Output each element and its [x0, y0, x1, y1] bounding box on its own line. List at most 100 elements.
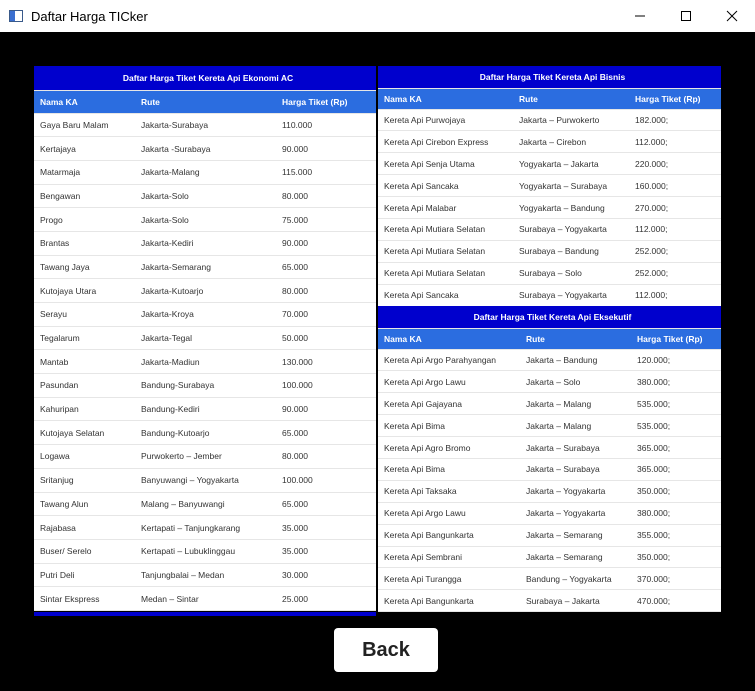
table-cell: 115.000	[276, 160, 376, 185]
table-cell: 35.000	[276, 515, 376, 540]
column-header: Rute	[520, 328, 631, 350]
table-cell: Kereta Api Taksaka	[378, 480, 520, 503]
table-row: Putri Deli Tanjungbalai – Medan 30.000	[34, 563, 376, 588]
table-cell: Jakarta-Malang	[135, 160, 276, 185]
table-cell: Jakarta – Cirebon	[513, 130, 629, 154]
table-cell: Kereta Api Bima	[378, 414, 520, 438]
table-cell: Serayu	[34, 302, 135, 327]
table-row: Kereta Api Bangunkarta Jakarta – Semarang…	[378, 524, 721, 547]
maximize-button[interactable]	[663, 0, 709, 32]
back-button[interactable]: Back	[334, 628, 438, 672]
table-row: Kereta Api Argo Lawu Jakarta – Yogyakarta…	[378, 502, 721, 525]
table-cell: Jakarta-Kutoarjo	[135, 278, 276, 303]
column-header: Harga Tiket (Rp)	[276, 90, 376, 114]
table-row: Tawang Alun Malang – Banyuwangi 65.000	[34, 492, 376, 517]
table-row: Kahuripan Bandung-Kediri 90.000	[34, 397, 376, 422]
table-cell: 350.000;	[631, 546, 721, 569]
table-cell: Kereta Api Agro Bromo	[378, 436, 520, 459]
table-cell: Jakarta -Surabaya	[135, 136, 276, 161]
table-cell: 220.000;	[629, 152, 721, 176]
table-cell: Putri Deli	[34, 563, 135, 588]
table-footer-bar	[34, 612, 376, 616]
column-header: Rute	[135, 90, 276, 114]
table-cell: Rajabasa	[34, 515, 135, 540]
table-row: Logawa Purwokerto – Jember 80.000	[34, 444, 376, 469]
minimize-button[interactable]	[617, 0, 663, 32]
table-cell: 90.000	[276, 231, 376, 256]
table-cell: Kutojaya Utara	[34, 278, 135, 303]
column-header: Harga Tiket (Rp)	[631, 328, 721, 350]
eksekutif-table: Daftar Harga Tiket Kereta Api Eksekutif …	[378, 306, 721, 613]
close-icon	[726, 10, 738, 22]
table-row: Gaya Baru Malam Jakarta-Surabaya 110.000	[34, 113, 376, 138]
table-row: Brantas Jakarta-Kediri 90.000	[34, 231, 376, 256]
table-cell: Jakarta-Madiun	[135, 349, 276, 375]
table-cell: 355.000;	[631, 524, 721, 547]
table-cell: Kereta Api Malabar	[378, 196, 513, 219]
table-cell: Jakarta-Solo	[135, 184, 276, 209]
column-header: Nama KA	[378, 88, 513, 110]
table-cell: Jakarta-Surabaya	[135, 113, 276, 138]
table-row: Kereta Api Mutiara Selatan Surabaya – Yog…	[378, 218, 721, 241]
table-row: Kereta Api Argo Parahyangan Jakarta – Ban…	[378, 349, 721, 372]
table-cell: 120.000;	[631, 349, 721, 372]
table-row: Tegalarum Jakarta-Tegal 50.000	[34, 326, 376, 351]
table-cell: Bandung-Kutoarjo	[135, 420, 276, 446]
table-cell: Kereta Api Mutiara Selatan	[378, 218, 513, 241]
bisnis-table: Daftar Harga Tiket Kereta Api Bisnis Nam…	[378, 66, 721, 307]
table-cell: 100.000	[276, 373, 376, 398]
table-cell: Kutojaya Selatan	[34, 420, 135, 446]
table-cell: Kereta Api Argo Lawu	[378, 370, 520, 394]
table-cell: Tawang Alun	[34, 492, 135, 517]
table-cell: Jakarta – Purwokerto	[513, 109, 629, 132]
table-row: Kereta Api Malabar Yogyakarta – Bandung 27…	[378, 196, 721, 219]
table-row: Pasundan Bandung-Surabaya 100.000	[34, 373, 376, 398]
table-row: Matarmaja Jakarta-Malang 115.000	[34, 160, 376, 185]
table-row: Kereta Api Sancaka Surabaya – Yogyakarta 1…	[378, 284, 721, 307]
table-cell: Jakarta – Surabaya	[520, 458, 631, 481]
table-row: Kereta Api Senja Utama Yogyakarta – Jakar…	[378, 152, 721, 176]
table-cell: Pasundan	[34, 373, 135, 398]
table-cell: Logawa	[34, 444, 135, 469]
table-cell: Kereta Api Argo Parahyangan	[378, 349, 520, 372]
table-cell: 112.000;	[629, 130, 721, 154]
close-button[interactable]	[709, 0, 755, 32]
table-cell: Jakarta-Kediri	[135, 231, 276, 256]
table-cell: 100.000	[276, 468, 376, 493]
table-cell: Jakarta – Malang	[520, 414, 631, 438]
table-row: Kereta Api Agro Bromo Jakarta – Surabaya 3…	[378, 436, 721, 459]
table-cell: 65.000	[276, 492, 376, 517]
table-cell: Kereta Api Cirebon Express	[378, 130, 513, 154]
table-cell: 70.000	[276, 302, 376, 327]
table-cell: 80.000	[276, 278, 376, 303]
table-cell: Kereta Api Sancaka	[378, 174, 513, 198]
table-cell: 90.000	[276, 136, 376, 161]
table-cell: 65.000	[276, 255, 376, 280]
table-cell: Kereta Api Mutiara Selatan	[378, 240, 513, 263]
table-row: Kereta Api Bangunkarta Surabaya – Jakarta…	[378, 589, 721, 613]
ekonomi-table: Daftar Harga Tiket Kereta Api Ekonomi AC…	[34, 66, 376, 611]
table-cell: 50.000	[276, 326, 376, 351]
table-cell: Buser/ Serelo	[34, 539, 135, 564]
table-cell: 535.000;	[631, 392, 721, 416]
table-row: Kereta Api Turangga Bandung – Yogyakarta 3…	[378, 567, 721, 591]
minimize-icon	[635, 15, 645, 17]
table-cell: Jakarta – Surabaya	[520, 436, 631, 459]
table-cell: 365.000;	[631, 436, 721, 459]
table-row: Mantab Jakarta-Madiun 130.000	[34, 349, 376, 375]
table-cell: Surabaya – Solo	[513, 262, 629, 285]
table-cell: 25.000	[276, 586, 376, 611]
table-cell: 270.000;	[629, 196, 721, 219]
table-cell: Jakarta-Kroya	[135, 302, 276, 327]
table-cell: Tawang Jaya	[34, 255, 135, 280]
column-header: Nama KA	[378, 328, 520, 350]
table-row: Tawang Jaya Jakarta-Semarang 65.000	[34, 255, 376, 280]
table-cell: Tegalarum	[34, 326, 135, 351]
table-row: Kereta Api Sembrani Jakarta – Semarang 350…	[378, 546, 721, 569]
table-row: Sritanjug Banyuwangi – Yogyakarta 100.000	[34, 468, 376, 493]
table-row: Buser/ Serelo Kertapati – Lubuklinggau 35.…	[34, 539, 376, 564]
table-cell: Gaya Baru Malam	[34, 113, 135, 138]
column-header: Harga Tiket (Rp)	[629, 88, 721, 110]
content-area: Daftar Harga Tiket Kereta Api Ekonomi AC…	[0, 32, 755, 691]
table-row: Kereta Api Bima Jakarta – Malang 535.000;	[378, 414, 721, 438]
